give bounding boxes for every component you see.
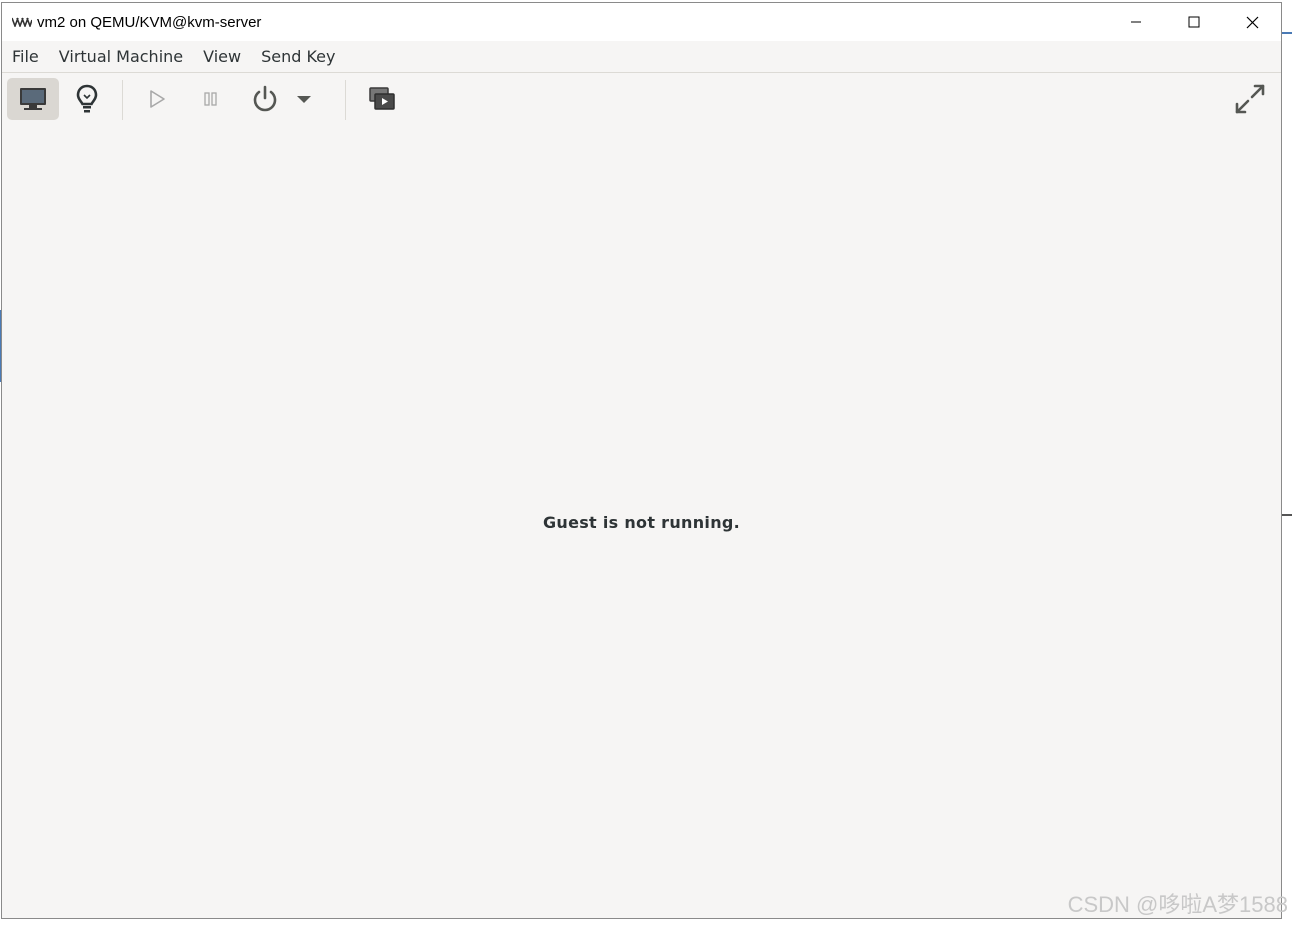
power-icon	[253, 85, 277, 112]
menu-send-key[interactable]: Send Key	[251, 41, 345, 73]
chevron-down-icon	[297, 96, 311, 103]
menu-file[interactable]: File	[2, 41, 49, 73]
window-controls	[1107, 3, 1281, 41]
maximize-icon	[1188, 16, 1200, 28]
run-button[interactable]	[131, 78, 183, 120]
watermark: CSDN @哆啦A梦1588	[1067, 892, 1288, 917]
background-window-edge	[1282, 32, 1292, 34]
shutdown-button[interactable]	[239, 78, 291, 120]
close-icon	[1246, 16, 1258, 28]
minimize-icon	[1131, 21, 1141, 23]
fullscreen-icon	[1235, 84, 1265, 114]
snapshots-button[interactable]	[356, 78, 408, 120]
close-button[interactable]	[1223, 3, 1281, 41]
monitor-icon	[20, 88, 46, 110]
pause-icon	[204, 92, 217, 106]
vm-console-window: vm2 on QEMU/KVM@kvm-server File Virtual …	[1, 2, 1282, 919]
toolbar-separator	[122, 80, 123, 120]
virt-manager-icon	[12, 16, 32, 28]
title-bar[interactable]: vm2 on QEMU/KVM@kvm-server	[2, 3, 1281, 41]
snapshots-icon	[369, 87, 395, 110]
toolbar	[2, 74, 1281, 126]
pause-button[interactable]	[185, 78, 237, 120]
fullscreen-button[interactable]	[1224, 78, 1276, 120]
menu-bar: File Virtual Machine View Send Key	[2, 41, 1281, 73]
window-title: vm2 on QEMU/KVM@kvm-server	[37, 13, 262, 31]
maximize-button[interactable]	[1165, 3, 1223, 41]
menu-view[interactable]: View	[193, 41, 251, 73]
background-window-edge	[1282, 514, 1292, 516]
lightbulb-icon	[76, 84, 98, 113]
toolbar-separator	[345, 80, 346, 120]
minimize-button[interactable]	[1107, 3, 1165, 41]
menu-virtual-machine[interactable]: Virtual Machine	[49, 41, 193, 73]
console-area[interactable]: Guest is not running.	[2, 127, 1281, 918]
play-icon	[150, 90, 165, 108]
shutdown-menu-button[interactable]	[289, 78, 319, 120]
details-view-button[interactable]	[61, 78, 113, 120]
guest-status-message: Guest is not running.	[542, 513, 741, 532]
console-view-button[interactable]	[7, 78, 59, 120]
